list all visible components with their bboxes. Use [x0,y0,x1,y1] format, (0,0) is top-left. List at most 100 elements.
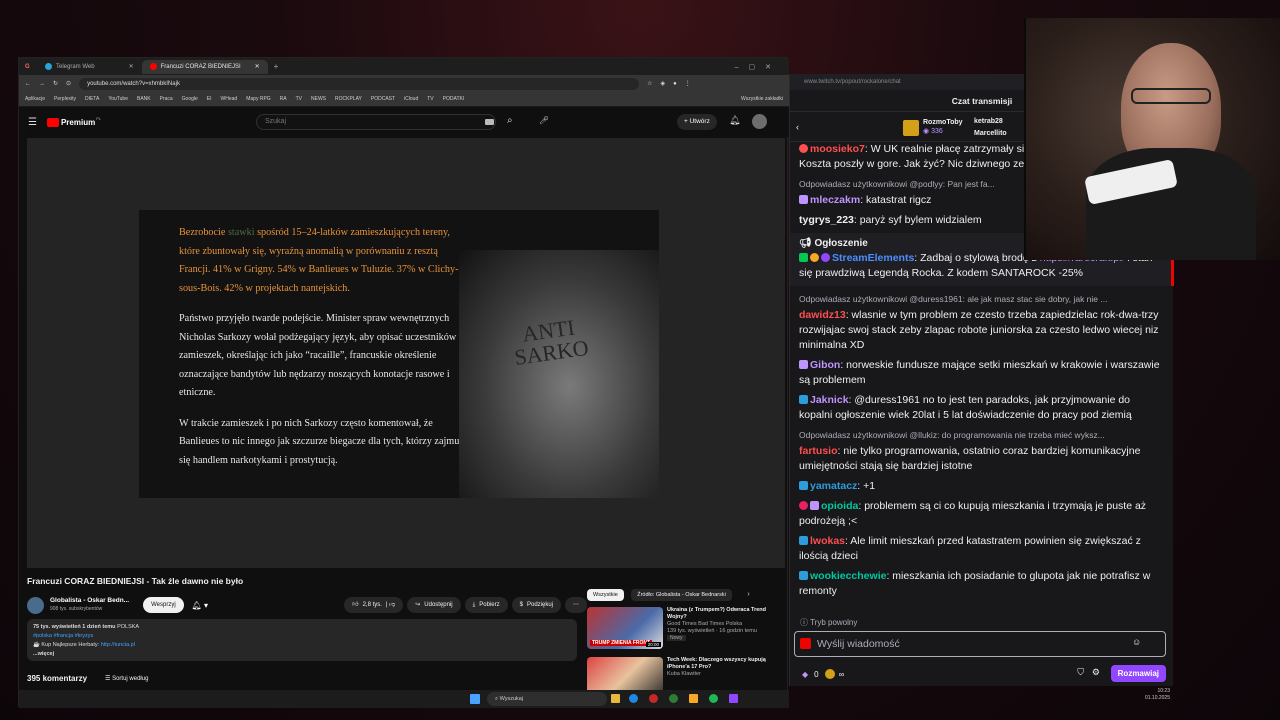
chip-source[interactable]: Źródło: Globalista - Oskar Bednarski [631,589,732,601]
video-description[interactable]: 75 tys. wyświetleń 1 dzień temu POLSKA #… [27,619,577,661]
channel-emote-icon[interactable] [800,638,811,649]
chat-message[interactable]: Gibon: norweskie fundusze mające setki m… [799,358,1166,388]
menu-icon[interactable]: ⋮ [685,80,691,87]
app-icon[interactable] [689,694,698,703]
rec-item[interactable]: TRUMP ZMIENIA FRONT 20:00 Ukraina (z Tru… [587,607,777,651]
reload-icon[interactable]: ↻ [53,80,58,87]
bookmark[interactable]: TV [296,96,302,102]
bookmark[interactable]: Mapy RPG [246,96,270,102]
bookmark[interactable]: Perplexity [54,96,76,102]
bookmark[interactable]: PODATKI [443,96,465,102]
explorer-icon[interactable] [611,694,620,703]
like-button[interactable]: 👍︎ 2,8 tys. | 👎︎ [344,597,404,613]
chat-message[interactable]: Jaknick: @duress1961 no to jest ten para… [799,393,1166,423]
bits-icon[interactable] [824,669,835,679]
chat-username[interactable]: opioida [821,500,858,512]
chat-username[interactable]: tygrys_223 [799,214,854,226]
support-button[interactable]: Wesprzyj [143,597,184,613]
chip-all[interactable]: Wszystkie [587,589,624,601]
desc-link[interactable]: http://tuncia.pl [101,642,135,648]
reply-context[interactable]: Odpowiadasz użytkownikowi @llukiz: do pr… [799,428,1166,443]
more-button[interactable]: ⋯ [565,597,587,613]
reply-context[interactable]: Odpowiadasz użytkownikowi @duress1961: a… [799,292,1166,307]
edge-icon[interactable] [629,694,638,703]
bookmark[interactable]: YouTube [108,96,128,102]
desc-more[interactable]: ...więcej [33,650,571,659]
chat-message[interactable]: Odpowiadasz użytkownikowi @duress1961: a… [799,292,1166,353]
gmail-icon[interactable]: G [19,64,37,70]
tab-telegram[interactable]: Telegram Web ✕ [37,60,142,74]
desc-tags[interactable]: #polska #francja #kryzys [33,632,571,641]
search-input[interactable]: Szukaj [256,114,496,130]
bell-icon[interactable]: 🔔︎ [729,115,740,126]
chat-username[interactable]: yamatacz [810,480,857,492]
channel-avatar[interactable] [27,596,44,614]
close-icon[interactable]: ✕ [129,63,134,70]
create-button[interactable]: + Utwórz [677,114,717,130]
forward-icon[interactable]: → [39,81,45,87]
bookmark[interactable]: Aplikacje [25,96,45,102]
system-clock[interactable]: 10:23 01.10.2025 [1080,688,1170,706]
chat-send-button[interactable]: Rozmawiaj [1110,665,1166,682]
chat-message[interactable]: Odpowiadasz użytkownikowi @llukiz: do pr… [799,428,1166,474]
back-icon[interactable]: ← [25,81,31,87]
bookmark[interactable]: BANK [137,96,151,102]
chat-message[interactable]: yamatacz: +1 [799,479,1166,494]
sort-button[interactable]: ☰ Sortuj według [105,675,148,682]
profile-icon[interactable]: ● [673,81,677,87]
leader-1[interactable]: RozmoToby ◉ 336 [923,118,963,136]
tab-youtube[interactable]: Francuzi CORAZ BIEDNIEJSI ✕ [141,59,268,74]
bell-icon[interactable]: 🔔︎ ▾ [192,601,208,610]
avatar[interactable] [752,114,767,129]
bookmark[interactable]: RA [280,96,287,102]
chrome-icon[interactable] [669,694,678,703]
chat-input[interactable]: Wyślij wiadomość [794,631,1166,657]
url-input[interactable]: youtube.com/watch?v=xhmbkINajk [79,77,640,90]
video-player[interactable]: Bezrobocie stawki spośród 15–24-latków z… [27,138,785,568]
bookmark[interactable]: iCloud [404,96,418,102]
share-button[interactable]: ↪ Udostępnij [407,597,461,613]
chat-message[interactable]: wookiecchewie: mieszkania ich posiadanie… [799,569,1166,599]
leaders-2-3[interactable]: ketrab28 Marcellito [974,116,1007,140]
gear-icon[interactable]: ⚙ [1092,667,1100,678]
chat-username[interactable]: lwokas [810,535,845,547]
star-icon[interactable]: ☆ [647,80,652,87]
bookmark[interactable]: NEWS [311,96,326,102]
chat-username[interactable]: StreamElements [832,252,914,264]
youtube-logo-icon[interactable] [46,117,59,127]
hamburger-icon[interactable]: ☰ [28,117,37,128]
bookmark-all[interactable]: Wszystkie zakładki [741,96,783,102]
download-button[interactable]: ⤓ Pobierz [464,597,508,613]
windows-icon[interactable] [470,694,480,704]
chat-username[interactable]: dawidz13 [799,309,846,321]
spotify-icon[interactable] [709,694,718,703]
mic-icon[interactable]: 🎤︎ [539,116,549,125]
chevron-right-icon[interactable]: › [747,591,749,598]
bookmark[interactable]: Google [182,96,198,102]
shield-icon[interactable]: ⛉ [1077,667,1084,678]
youtube-logo-text[interactable]: Premium [61,118,95,127]
chat-username[interactable]: wookiecchewie [810,570,886,582]
chevron-left-icon[interactable]: ‹ [796,122,799,132]
channel-points-icon[interactable]: ◆ [802,670,808,679]
thanks-button[interactable]: $ Podziękuj [511,597,561,613]
app-icon[interactable] [649,694,658,703]
chat-message[interactable]: lwokas: Ale limit mieszkań przed katastr… [799,534,1166,564]
new-tab-button[interactable]: + [274,62,279,71]
bookmark[interactable]: PODCAST [371,96,395,102]
chat-username[interactable]: Jaknick [810,394,849,406]
chat-username[interactable]: moosieko7 [810,143,865,155]
extensions-icon[interactable]: ◈ [660,80,665,87]
channel-name[interactable]: Globalista - Oskar Bedn... [50,597,129,605]
chat-username[interactable]: mleczakm [810,194,860,206]
site-info-icon[interactable]: ⊙ [66,80,71,87]
bookmark[interactable]: ROCKPLAY [335,96,362,102]
emote-picker-icon[interactable]: ☺ [1132,637,1141,647]
bookmark[interactable]: Praca [160,96,173,102]
chat-username[interactable]: Gibon [810,359,840,371]
window-controls[interactable]: –▢✕ [735,63,781,71]
search-icon[interactable]: ⌕ [507,115,513,126]
chat-username[interactable]: fartusio [799,445,838,457]
taskbar-search[interactable]: ⌕ Wyszukaj [487,692,607,706]
bookmark[interactable]: DIETA [85,96,99,102]
